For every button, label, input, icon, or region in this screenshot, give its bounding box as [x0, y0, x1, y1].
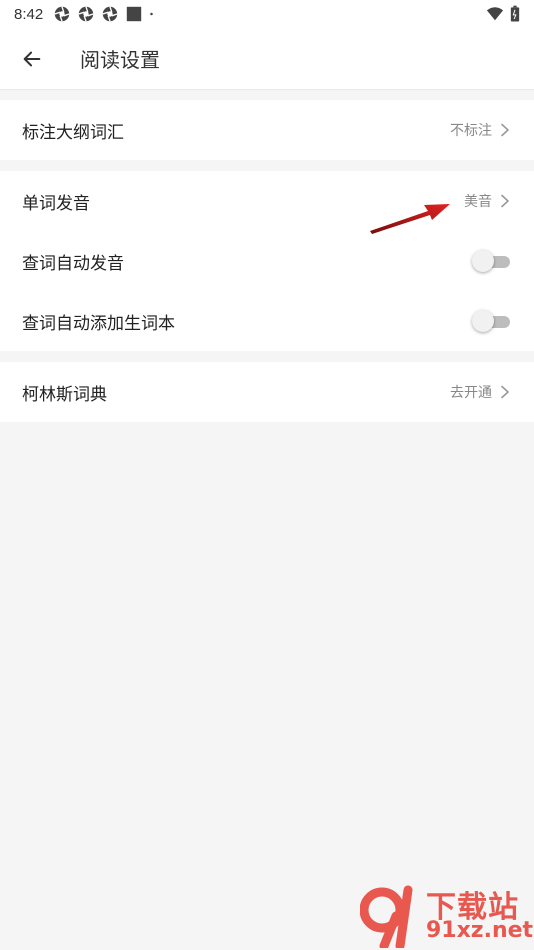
aperture-icon [102, 6, 118, 22]
row-value: 去开通 [450, 385, 492, 401]
watermark: 下载站 91xz.net [360, 878, 534, 950]
settings-group-pronunciation: 单词发音 美音 查词自动发音 查词自动添加生词本 [0, 171, 534, 351]
app-bar: 阅读设置 [0, 28, 534, 90]
status-bar: 8:42 [0, 0, 534, 28]
chevron-right-icon [501, 194, 509, 208]
dot-icon [150, 12, 153, 16]
row-label: 查词自动添加生词本 [22, 313, 175, 334]
chevron-right-icon [501, 123, 509, 137]
row-value: 美音 [464, 194, 492, 210]
row-value: 不标注 [450, 123, 492, 139]
square-icon [127, 6, 142, 22]
toggle-thumb [472, 310, 494, 332]
chevron-right-icon [501, 385, 509, 399]
row-label: 柯林斯词典 [22, 384, 107, 405]
settings-group-outline: 标注大纲词汇 不标注 [0, 100, 534, 160]
aperture-icon [78, 6, 94, 22]
row-collins-dictionary[interactable]: 柯林斯词典 去开通 [0, 362, 534, 422]
row-mark-outline-vocab[interactable]: 标注大纲词汇 不标注 [0, 100, 534, 160]
wifi-icon [486, 7, 504, 21]
aperture-icon [54, 6, 70, 22]
row-label: 单词发音 [22, 193, 90, 214]
battery-icon [510, 5, 520, 22]
back-button[interactable] [0, 28, 64, 90]
row-label: 标注大纲词汇 [22, 122, 124, 143]
auto-pronounce-toggle[interactable] [472, 249, 512, 273]
page-title: 阅读设置 [80, 48, 160, 72]
watermark-url: 91xz.net [426, 918, 534, 943]
notification-icons [53, 5, 159, 23]
watermark-logo-icon [360, 885, 413, 948]
toggle-thumb [472, 250, 494, 272]
settings-group-collins: 柯林斯词典 去开通 [0, 362, 534, 422]
status-time: 8:42 [14, 5, 44, 23]
row-word-pronunciation[interactable]: 单词发音 美音 [0, 171, 534, 231]
auto-add-vocab-toggle[interactable] [472, 309, 512, 333]
row-auto-pronounce: 查词自动发音 [0, 231, 534, 291]
arrow-left-icon [23, 51, 41, 66]
row-auto-add-vocab-book: 查词自动添加生词本 [0, 291, 534, 351]
row-label: 查词自动发音 [22, 253, 124, 274]
